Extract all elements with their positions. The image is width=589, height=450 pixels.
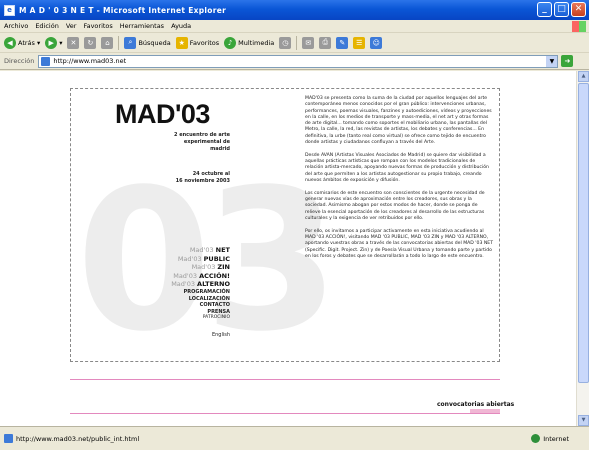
paragraph: Por ello, os invitamos a participar acti… xyxy=(305,228,494,260)
mail-icon[interactable]: ✉ xyxy=(302,36,315,49)
back-arrow-icon: ◀ xyxy=(4,36,16,49)
event-subtitle: 2 encuentro de arte experimental de madr… xyxy=(150,132,230,153)
toolbar-separator xyxy=(296,35,298,50)
subtitle-line: 2 encuentro de arte xyxy=(173,132,230,138)
ie-icon: e xyxy=(4,4,15,16)
menu-ver[interactable]: Ver xyxy=(66,22,77,30)
zone-label: Internet xyxy=(543,434,569,443)
favorites-button[interactable]: ★ Favoritos xyxy=(175,36,220,49)
history-icon[interactable]: ◷ xyxy=(279,36,292,49)
toolbar: ◀ Atrás ▾ ▶ ▾ ✕ ↻ ⌂ ⌕ Búsqueda ★ Favorit… xyxy=(0,33,589,53)
multimedia-button[interactable]: ♪ Multimedia xyxy=(224,36,275,49)
section-link-public[interactable]: Mad'03 PUBLIC xyxy=(150,255,230,264)
paragraph: Los comisarios de este encuentro son con… xyxy=(305,190,485,222)
paragraph: Desde AVAN (Artistas Visuales Asociados … xyxy=(305,152,489,184)
close-button[interactable]: ✕ xyxy=(571,2,586,17)
address-dropdown-icon[interactable]: ▼ xyxy=(546,55,558,67)
globe-icon xyxy=(531,434,541,443)
site-title: MAD'03 xyxy=(115,99,210,129)
language-link-english[interactable]: English xyxy=(150,332,230,338)
maximize-button[interactable]: □ xyxy=(554,2,569,17)
title-bar: e M A D ' 0 3 N E T - Microsoft Internet… xyxy=(0,0,589,20)
page-icon xyxy=(4,434,13,443)
status-url-text: http://www.mad03.net/public_int.html xyxy=(16,434,140,443)
go-button[interactable]: ➜ xyxy=(561,55,574,67)
scroll-up-icon[interactable]: ▲ xyxy=(578,71,589,82)
section-link-net[interactable]: Mad'03 NET xyxy=(150,246,230,255)
address-url: http://www.mad03.net xyxy=(53,57,127,65)
messenger-icon[interactable]: ☺ xyxy=(370,36,383,49)
scroll-down-icon[interactable]: ▼ xyxy=(578,415,589,426)
window-title: M A D ' 0 3 N E T - Microsoft Internet E… xyxy=(19,5,227,15)
menu-herramientas[interactable]: Herramientas xyxy=(120,22,164,30)
divider xyxy=(70,379,500,380)
divider xyxy=(70,413,500,414)
search-button[interactable]: ⌕ Búsqueda xyxy=(124,36,171,49)
section-link-zin[interactable]: Mad'03 ZIN xyxy=(150,263,230,272)
menu-archivo[interactable]: Archivo xyxy=(4,22,28,30)
back-button[interactable]: ◀ Atrás ▾ xyxy=(4,36,40,49)
chevron-down-icon[interactable]: ▾ xyxy=(37,39,40,47)
section-link-accion[interactable]: Mad'03 ACCIÓN! xyxy=(150,272,230,281)
back-label: Atrás xyxy=(18,38,35,47)
address-bar: Dirección http://www.mad03.net ▼ ➜ xyxy=(0,53,589,70)
event-dates: 24 octubre al 16 noviembre 2003 xyxy=(150,171,230,185)
toolbar-separator xyxy=(118,35,120,50)
search-label: Búsqueda xyxy=(138,38,171,47)
forward-arrow-icon: ▶ xyxy=(45,36,58,49)
chevron-down-icon[interactable]: ▾ xyxy=(59,39,62,47)
media-icon: ♪ xyxy=(224,36,237,49)
home-icon[interactable]: ⌂ xyxy=(101,36,114,49)
page-icon xyxy=(41,56,51,66)
multimedia-label: Multimedia xyxy=(238,38,275,47)
refresh-icon[interactable]: ↻ xyxy=(84,36,97,49)
menu-ayuda[interactable]: Ayuda xyxy=(171,22,191,30)
date-line: 16 noviembre 2003 xyxy=(175,178,230,184)
browser-window: e M A D ' 0 3 N E T - Microsoft Internet… xyxy=(0,0,589,450)
menu-bar: Archivo Edición Ver Favoritos Herramient… xyxy=(0,20,589,33)
date-line: 24 octubre al xyxy=(192,171,230,177)
window-controls: _ □ ✕ xyxy=(537,2,586,17)
menu-edicion[interactable]: Edición xyxy=(35,22,59,30)
vertical-scrollbar[interactable]: ▲ ▼ xyxy=(576,71,589,426)
edit-icon[interactable]: ✎ xyxy=(336,36,349,49)
menu-favoritos[interactable]: Favoritos xyxy=(83,22,112,30)
info-links: PROGRAMACIÓN LOCALIZACIÓN CONTACTO PRENS… xyxy=(150,289,230,322)
paragraph: MAD'03 se presenta como la suma de la ci… xyxy=(305,96,492,146)
minimize-button[interactable]: _ xyxy=(537,2,552,17)
intro-text: MAD'03 se presenta como la suma de la ci… xyxy=(305,96,493,267)
status-bar: http://www.mad03.net/public_int.html Int… xyxy=(0,426,589,450)
windows-logo-icon xyxy=(572,21,586,32)
security-zone: Internet xyxy=(531,434,569,443)
scroll-thumb[interactable] xyxy=(578,83,589,383)
star-icon: ★ xyxy=(175,36,188,49)
favorites-label: Favoritos xyxy=(189,38,220,47)
stop-icon[interactable]: ✕ xyxy=(67,36,80,49)
discuss-icon[interactable]: ☰ xyxy=(353,36,366,49)
address-input[interactable]: http://www.mad03.net ▼ xyxy=(38,54,559,68)
forward-button[interactable]: ▶ ▾ xyxy=(45,36,62,49)
link-patrocinio[interactable]: PATROCINIO xyxy=(150,315,230,322)
section-link-alterno[interactable]: Mad'03 ALTERNO xyxy=(150,280,230,289)
convocatorias-link[interactable]: convocatorias abiertas xyxy=(437,401,514,408)
subtitle-line: madrid xyxy=(210,146,230,152)
print-icon[interactable]: ⎙ xyxy=(319,36,332,49)
address-label: Dirección xyxy=(4,57,35,65)
web-content: 03 MAD'03 2 encuentro de arte experiment… xyxy=(0,71,576,426)
section-nav: Mad'03 NET Mad'03 PUBLIC Mad'03 ZIN Mad'… xyxy=(150,246,230,289)
status-url: http://www.mad03.net/public_int.html xyxy=(4,434,139,443)
subtitle-line: experimental de xyxy=(183,139,230,145)
search-icon: ⌕ xyxy=(124,36,137,49)
